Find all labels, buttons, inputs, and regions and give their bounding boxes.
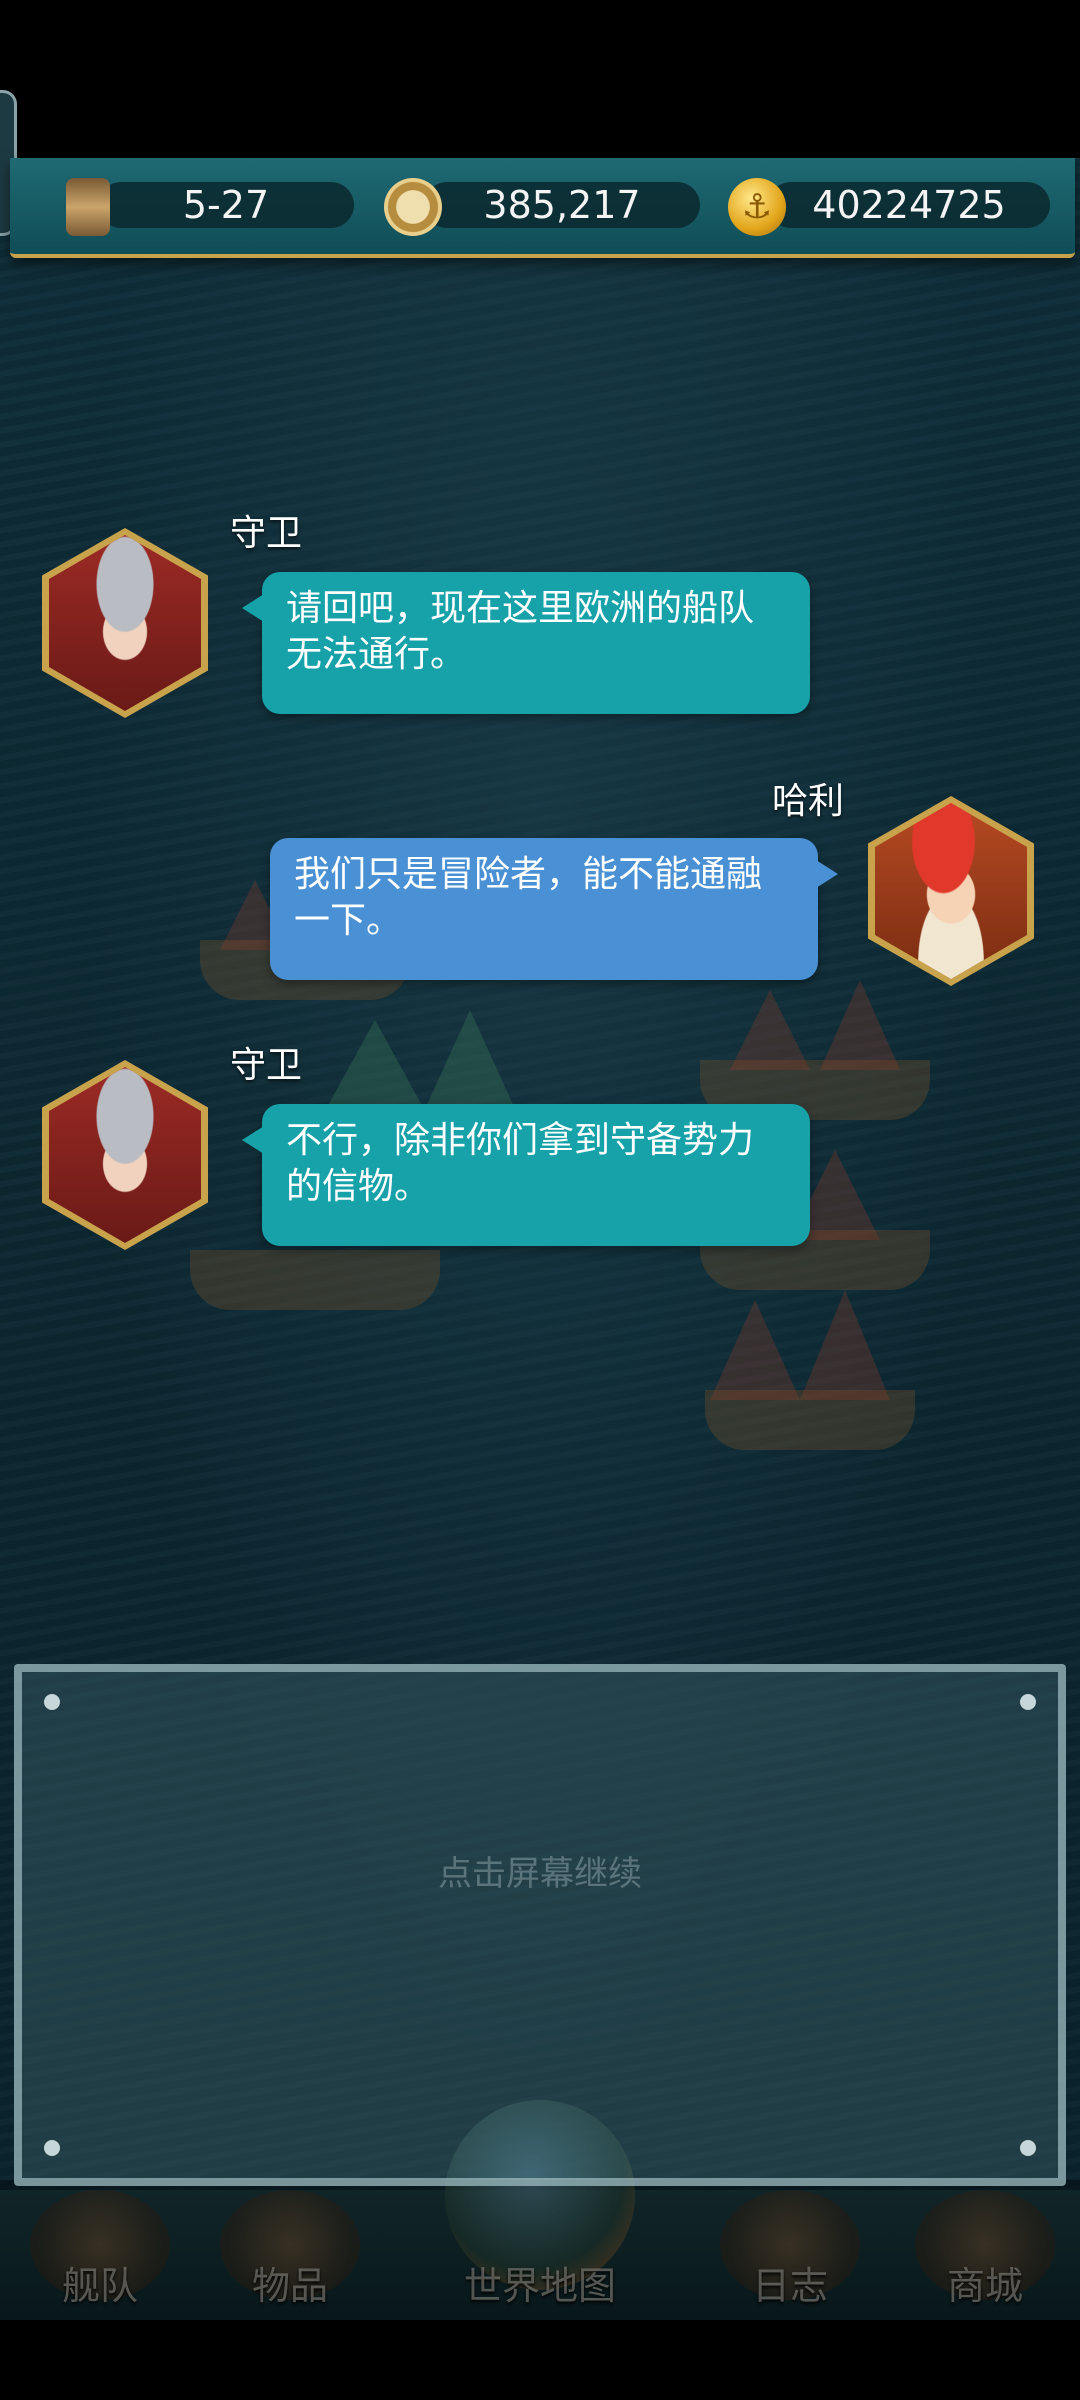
rivet (1020, 2140, 1036, 2156)
gold-value: 40224725 (768, 182, 1050, 228)
rivet (44, 1694, 60, 1710)
dialogue-bubble: 请回吧，现在这里欧洲的船队无法通行。 (242, 572, 810, 714)
tap-to-continue-hint: 点击屏幕继续 (438, 1854, 642, 1894)
rivet (1020, 1694, 1036, 1710)
hourglass-icon (66, 178, 110, 236)
dialogue-bubble: 不行，除非你们拿到守备势力的信物。 (242, 1104, 810, 1246)
compass-icon (384, 178, 442, 236)
rivet (44, 2140, 60, 2156)
speaker-name: 守卫 (230, 513, 303, 554)
speaker-name: 守卫 (230, 1045, 303, 1086)
game-screen[interactable]: 5-27 385,217 40224725 ⚓ 守卫 请回吧，现在这里欧洲的船队… (0, 0, 1080, 2400)
dim-overlay (0, 2180, 1080, 2320)
dialogue-panel[interactable] (14, 1664, 1066, 2186)
dialogue-bubble: 我们只是冒险者，能不能通融一下。 (270, 838, 838, 980)
fame-resource: 385,217 (384, 178, 700, 236)
fame-value: 385,217 (424, 182, 700, 228)
speaker-name: 哈利 (772, 781, 845, 822)
anchor-coin-icon: ⚓ (728, 178, 786, 236)
date-value: 5-27 (98, 182, 354, 228)
resource-bar: 5-27 385,217 40224725 ⚓ (10, 158, 1075, 258)
gold-resource: 40224725 ⚓ (728, 178, 1050, 236)
date-resource: 5-27 (58, 178, 354, 236)
